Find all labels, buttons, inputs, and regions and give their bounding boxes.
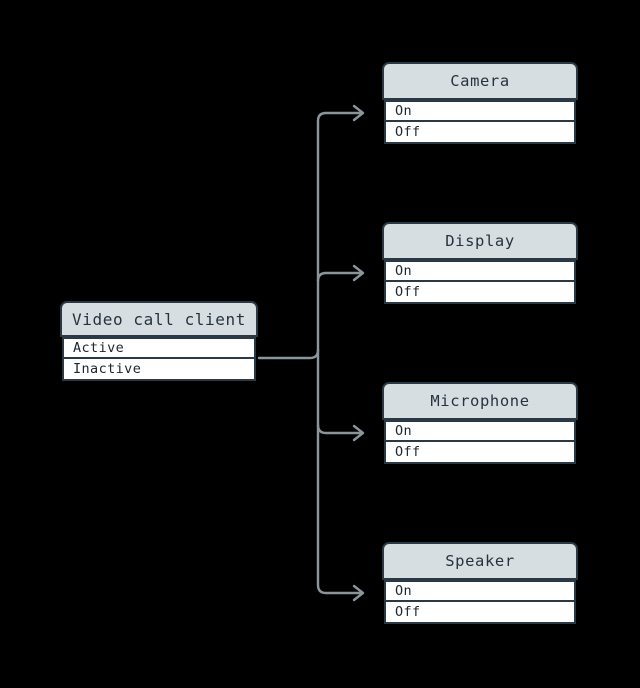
- arrowhead-speaker: [352, 584, 365, 602]
- arrowhead-camera: [352, 104, 365, 122]
- node-video-call-client[interactable]: Video call client Active Inactive: [60, 301, 258, 383]
- node-title: Display: [382, 222, 578, 260]
- state-row[interactable]: Off: [384, 122, 576, 144]
- edge-stem: [257, 348, 320, 360]
- state-row[interactable]: Active: [62, 337, 256, 359]
- node-state-list: On Off: [382, 100, 578, 146]
- node-title: Speaker: [382, 542, 578, 580]
- state-row[interactable]: Off: [384, 282, 576, 304]
- node-state-list: On Off: [382, 420, 578, 466]
- node-camera[interactable]: Camera On Off: [382, 62, 578, 146]
- edge-branch-microphone: [316, 423, 362, 435]
- node-title: Video call client: [60, 301, 258, 337]
- node-speaker[interactable]: Speaker On Off: [382, 542, 578, 626]
- edge-trunk-up: [316, 111, 362, 352]
- node-title: Camera: [382, 62, 578, 100]
- state-row[interactable]: On: [384, 420, 576, 442]
- state-row[interactable]: On: [384, 260, 576, 282]
- state-row[interactable]: Off: [384, 442, 576, 464]
- state-row[interactable]: Off: [384, 602, 576, 624]
- node-state-list: On Off: [382, 260, 578, 306]
- node-microphone[interactable]: Microphone On Off: [382, 382, 578, 466]
- state-row[interactable]: On: [384, 580, 576, 602]
- state-row[interactable]: Inactive: [62, 359, 256, 381]
- edge-branch-display: [316, 271, 362, 283]
- node-state-list: Active Inactive: [60, 337, 258, 383]
- node-state-list: On Off: [382, 580, 578, 626]
- node-title: Microphone: [382, 382, 578, 420]
- edge-trunk-down: [316, 356, 362, 595]
- node-display[interactable]: Display On Off: [382, 222, 578, 306]
- state-row[interactable]: On: [384, 100, 576, 122]
- diagram-canvas: Video call client Active Inactive Camera…: [0, 0, 640, 688]
- arrowhead-microphone: [352, 424, 365, 442]
- arrowhead-display: [352, 264, 365, 282]
